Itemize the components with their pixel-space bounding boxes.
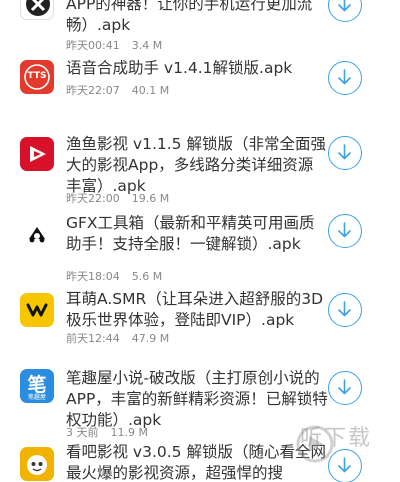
file-size: 47.9 M <box>131 332 170 345</box>
app-icon-asmr <box>20 293 54 327</box>
file-title: 耳萌A.SMR（让耳朵进入超舒服的3D极乐世界体验，登陆即VIP）.apk <box>66 290 324 329</box>
file-time: 昨天22:07 <box>66 84 120 97</box>
app-icon-gfx <box>20 217 54 251</box>
download-button[interactable] <box>328 61 362 95</box>
app-icon-cleaner <box>20 0 54 20</box>
file-meta: 昨天22:07 40.1 M <box>66 82 169 98</box>
file-size: 40.1 M <box>131 84 170 97</box>
file-meta: 昨天18:04 5.6 M <box>66 268 162 284</box>
app-icon-video <box>20 137 54 171</box>
file-title: GFX工具箱（最新和平精英可用画质助手！支持全服！一键解锁）.apk <box>66 214 315 253</box>
file-time: 3 天前 <box>66 426 99 439</box>
download-icon <box>338 379 351 395</box>
app-icon-novel: 笔 笔趣屋 <box>20 369 54 403</box>
watermark-text: 听下载 <box>300 426 373 451</box>
list-item[interactable]: TTS 语音合成助手 v1.4.1解锁版.apk 昨天22:07 40.1 M <box>0 56 400 126</box>
file-title: 渔鱼影视 v1.1.5 解锁版（非常全面强大的影视App，多线路分类详细资源丰富… <box>66 135 326 195</box>
file-title: 语音合成助手 v1.4.1解锁版.apk <box>66 59 293 77</box>
file-size: 3.4 M <box>131 39 163 52</box>
download-icon <box>338 222 351 238</box>
file-size: 5.6 M <box>131 270 163 283</box>
file-time: 昨天18:04 <box>66 270 120 283</box>
download-button[interactable] <box>328 136 362 170</box>
file-size: 19.6 M <box>131 192 170 205</box>
list-item[interactable]: GFX工具箱（最新和平精英可用画质助手！支持全服！一键解锁）.apk 昨天18:… <box>0 210 400 288</box>
list-item[interactable]: 耳萌A.SMR（让耳朵进入超舒服的3D极乐世界体验，登陆即VIP）.apk 前天… <box>0 288 400 354</box>
file-list: APP的神器！让你的手机运行更加流畅）.apk 昨天00:41 3.4 M TTS… <box>0 0 400 482</box>
list-item[interactable]: 渔鱼影视 v1.1.5 解锁版（非常全面强大的影视App，多线路分类详细资源丰富… <box>0 132 400 212</box>
download-icon <box>338 69 351 85</box>
file-meta: 3 天前 11.9 M <box>66 424 148 440</box>
download-button[interactable] <box>328 371 362 405</box>
file-meta: 昨天00:41 3.4 M <box>66 37 162 53</box>
app-icon-tts: TTS <box>20 60 54 94</box>
download-icon <box>338 0 351 12</box>
file-time: 前天12:44 <box>66 332 120 345</box>
file-time: 昨天00:41 <box>66 39 120 52</box>
download-icon <box>338 301 351 317</box>
download-button[interactable] <box>328 0 362 22</box>
download-icon <box>338 144 351 160</box>
file-time: 昨天22:00 <box>66 192 120 205</box>
download-button[interactable] <box>328 214 362 248</box>
app-icon-sublabel: 笔趣屋 <box>27 394 46 401</box>
download-button[interactable] <box>328 293 362 327</box>
app-icon-label: TTS <box>27 71 47 81</box>
app-icon-kanba <box>20 447 54 481</box>
file-size: 11.9 M <box>110 426 148 439</box>
list-item[interactable]: APP的神器！让你的手机运行更加流畅）.apk 昨天00:41 3.4 M <box>0 0 400 56</box>
file-meta: 昨天22:00 19.6 M <box>66 190 169 206</box>
file-title: APP的神器！让你的手机运行更加流畅）.apk <box>66 0 313 34</box>
file-meta: 前天12:44 47.9 M <box>66 330 169 346</box>
